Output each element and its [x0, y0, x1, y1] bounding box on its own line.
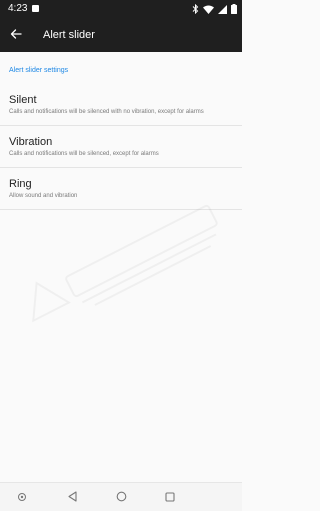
recents-square-icon	[165, 489, 175, 507]
page-title: Alert slider	[43, 29, 95, 41]
back-triangle-icon	[67, 489, 78, 507]
alert-slider-screen: 4:23 Alert slider Alert slider settings …	[0, 0, 242, 511]
divider	[0, 167, 242, 168]
back-button[interactable]	[6, 25, 26, 45]
option-title: Vibration	[9, 136, 53, 148]
nav-home-button[interactable]	[112, 489, 130, 507]
bluetooth-icon	[192, 4, 199, 14]
battery-icon	[231, 4, 237, 14]
status-bar: 4:23	[0, 0, 242, 18]
home-circle-icon	[116, 489, 127, 507]
divider	[0, 125, 242, 126]
status-icons	[192, 3, 237, 15]
section-header: Alert slider settings	[9, 67, 69, 74]
signal-icon	[218, 4, 227, 14]
option-summary: Calls and notifications will be silenced…	[9, 109, 204, 115]
nav-back-button[interactable]	[63, 489, 81, 507]
status-time: 4:23	[8, 3, 28, 14]
navbar-pin-icon	[17, 489, 27, 507]
arrow-back-icon	[10, 26, 22, 44]
nav-recents-button[interactable]	[161, 489, 179, 507]
navbar-pin-button[interactable]	[13, 489, 31, 507]
wifi-icon	[203, 5, 214, 14]
divider	[0, 209, 242, 210]
watermark-graphic	[32, 204, 218, 323]
image-icon	[32, 5, 39, 12]
app-bar: Alert slider	[0, 18, 242, 52]
navigation-bar	[0, 482, 242, 511]
option-title: Silent	[9, 94, 37, 106]
option-title: Ring	[9, 178, 32, 190]
option-summary: Calls and notifications will be silenced…	[9, 151, 159, 157]
option-summary: Allow sound and vibration	[9, 193, 78, 199]
